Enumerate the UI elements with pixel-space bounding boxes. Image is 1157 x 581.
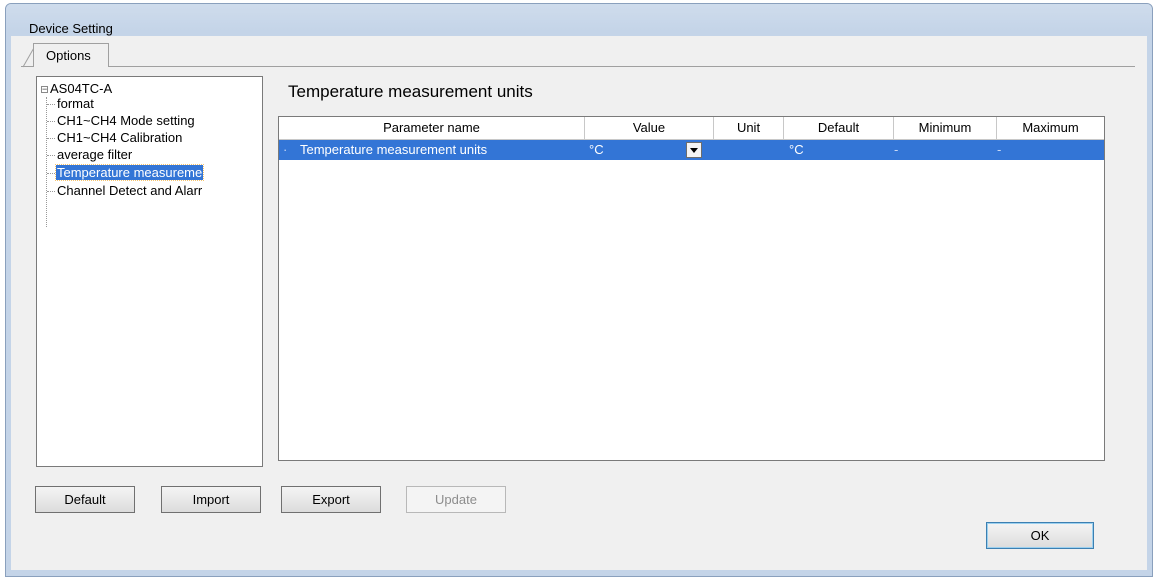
tree-item-temperature-units[interactable]: Temperature measureme bbox=[47, 164, 205, 182]
row-connector-icon: · bbox=[283, 142, 288, 157]
tree-connector-line bbox=[47, 138, 55, 140]
tree-item-label: average filter bbox=[57, 147, 133, 162]
tree-connector-line bbox=[47, 155, 55, 157]
column-header-default[interactable]: Default bbox=[784, 117, 894, 139]
cell-maximum: - bbox=[997, 142, 1002, 157]
value-dropdown-button[interactable] bbox=[686, 142, 702, 158]
ok-button[interactable]: OK bbox=[986, 522, 1094, 549]
dialog-client-area: Options − AS04TC-A format CH1~CH4 Mode se… bbox=[11, 36, 1147, 570]
tree-root[interactable]: − AS04TC-A bbox=[41, 81, 112, 96]
tree-connector-line bbox=[47, 104, 55, 106]
tree-connector-line bbox=[47, 121, 55, 123]
default-button[interactable]: Default bbox=[35, 486, 135, 513]
table-row[interactable]: · Temperature measurement units °C °C - … bbox=[279, 140, 1104, 160]
tree-item-label: Channel Detect and Alarr bbox=[57, 183, 203, 198]
tree-item-mode-setting[interactable]: CH1~CH4 Mode setting bbox=[47, 113, 196, 130]
tree-item-format[interactable]: format bbox=[47, 96, 95, 113]
import-button[interactable]: Import bbox=[161, 486, 261, 513]
section-heading: Temperature measurement units bbox=[288, 82, 533, 101]
tree-item-label: format bbox=[57, 96, 94, 111]
tab-divider bbox=[21, 66, 1135, 67]
export-button[interactable]: Export bbox=[281, 486, 381, 513]
tree-item-calibration[interactable]: CH1~CH4 Calibration bbox=[47, 130, 183, 147]
column-header-value[interactable]: Value bbox=[585, 117, 714, 139]
tree-connector-line bbox=[47, 173, 55, 175]
tree-item-label: CH1~CH4 Calibration bbox=[57, 130, 183, 145]
collapse-icon[interactable]: − bbox=[41, 85, 48, 94]
tree-item-channel-detect[interactable]: Channel Detect and Alarr bbox=[47, 183, 203, 200]
column-header-parameter-name[interactable]: Parameter name bbox=[279, 117, 585, 139]
cell-default: °C bbox=[789, 142, 804, 157]
tab-options[interactable]: Options bbox=[33, 43, 109, 67]
column-header-minimum[interactable]: Minimum bbox=[894, 117, 997, 139]
tree-item-average-filter[interactable]: average filter bbox=[47, 147, 133, 164]
update-button[interactable]: Update bbox=[406, 486, 506, 513]
window-title: Device Setting bbox=[29, 21, 113, 36]
column-header-maximum[interactable]: Maximum bbox=[997, 117, 1104, 139]
cell-minimum: - bbox=[894, 142, 899, 157]
tree-item-label: Temperature measureme bbox=[54, 164, 205, 181]
device-tree[interactable]: − AS04TC-A format CH1~CH4 Mode setting CH… bbox=[36, 76, 263, 467]
chevron-down-icon bbox=[690, 148, 698, 153]
tree-item-label: CH1~CH4 Mode setting bbox=[57, 113, 195, 128]
tree-connector-line bbox=[47, 191, 55, 193]
parameter-table[interactable]: Parameter name Value Unit Default Minimu… bbox=[278, 116, 1105, 461]
device-setting-window: Device Setting Options − AS04TC-A format … bbox=[5, 3, 1153, 577]
tree-root-label: AS04TC-A bbox=[50, 81, 113, 96]
table-header: Parameter name Value Unit Default Minimu… bbox=[279, 117, 1104, 140]
cell-value[interactable]: °C bbox=[589, 140, 604, 160]
cell-parameter-name: Temperature measurement units bbox=[300, 142, 488, 157]
column-header-unit[interactable]: Unit bbox=[714, 117, 784, 139]
tab-options-label: Options bbox=[46, 48, 91, 63]
title-bar[interactable]: Device Setting bbox=[6, 4, 1152, 36]
